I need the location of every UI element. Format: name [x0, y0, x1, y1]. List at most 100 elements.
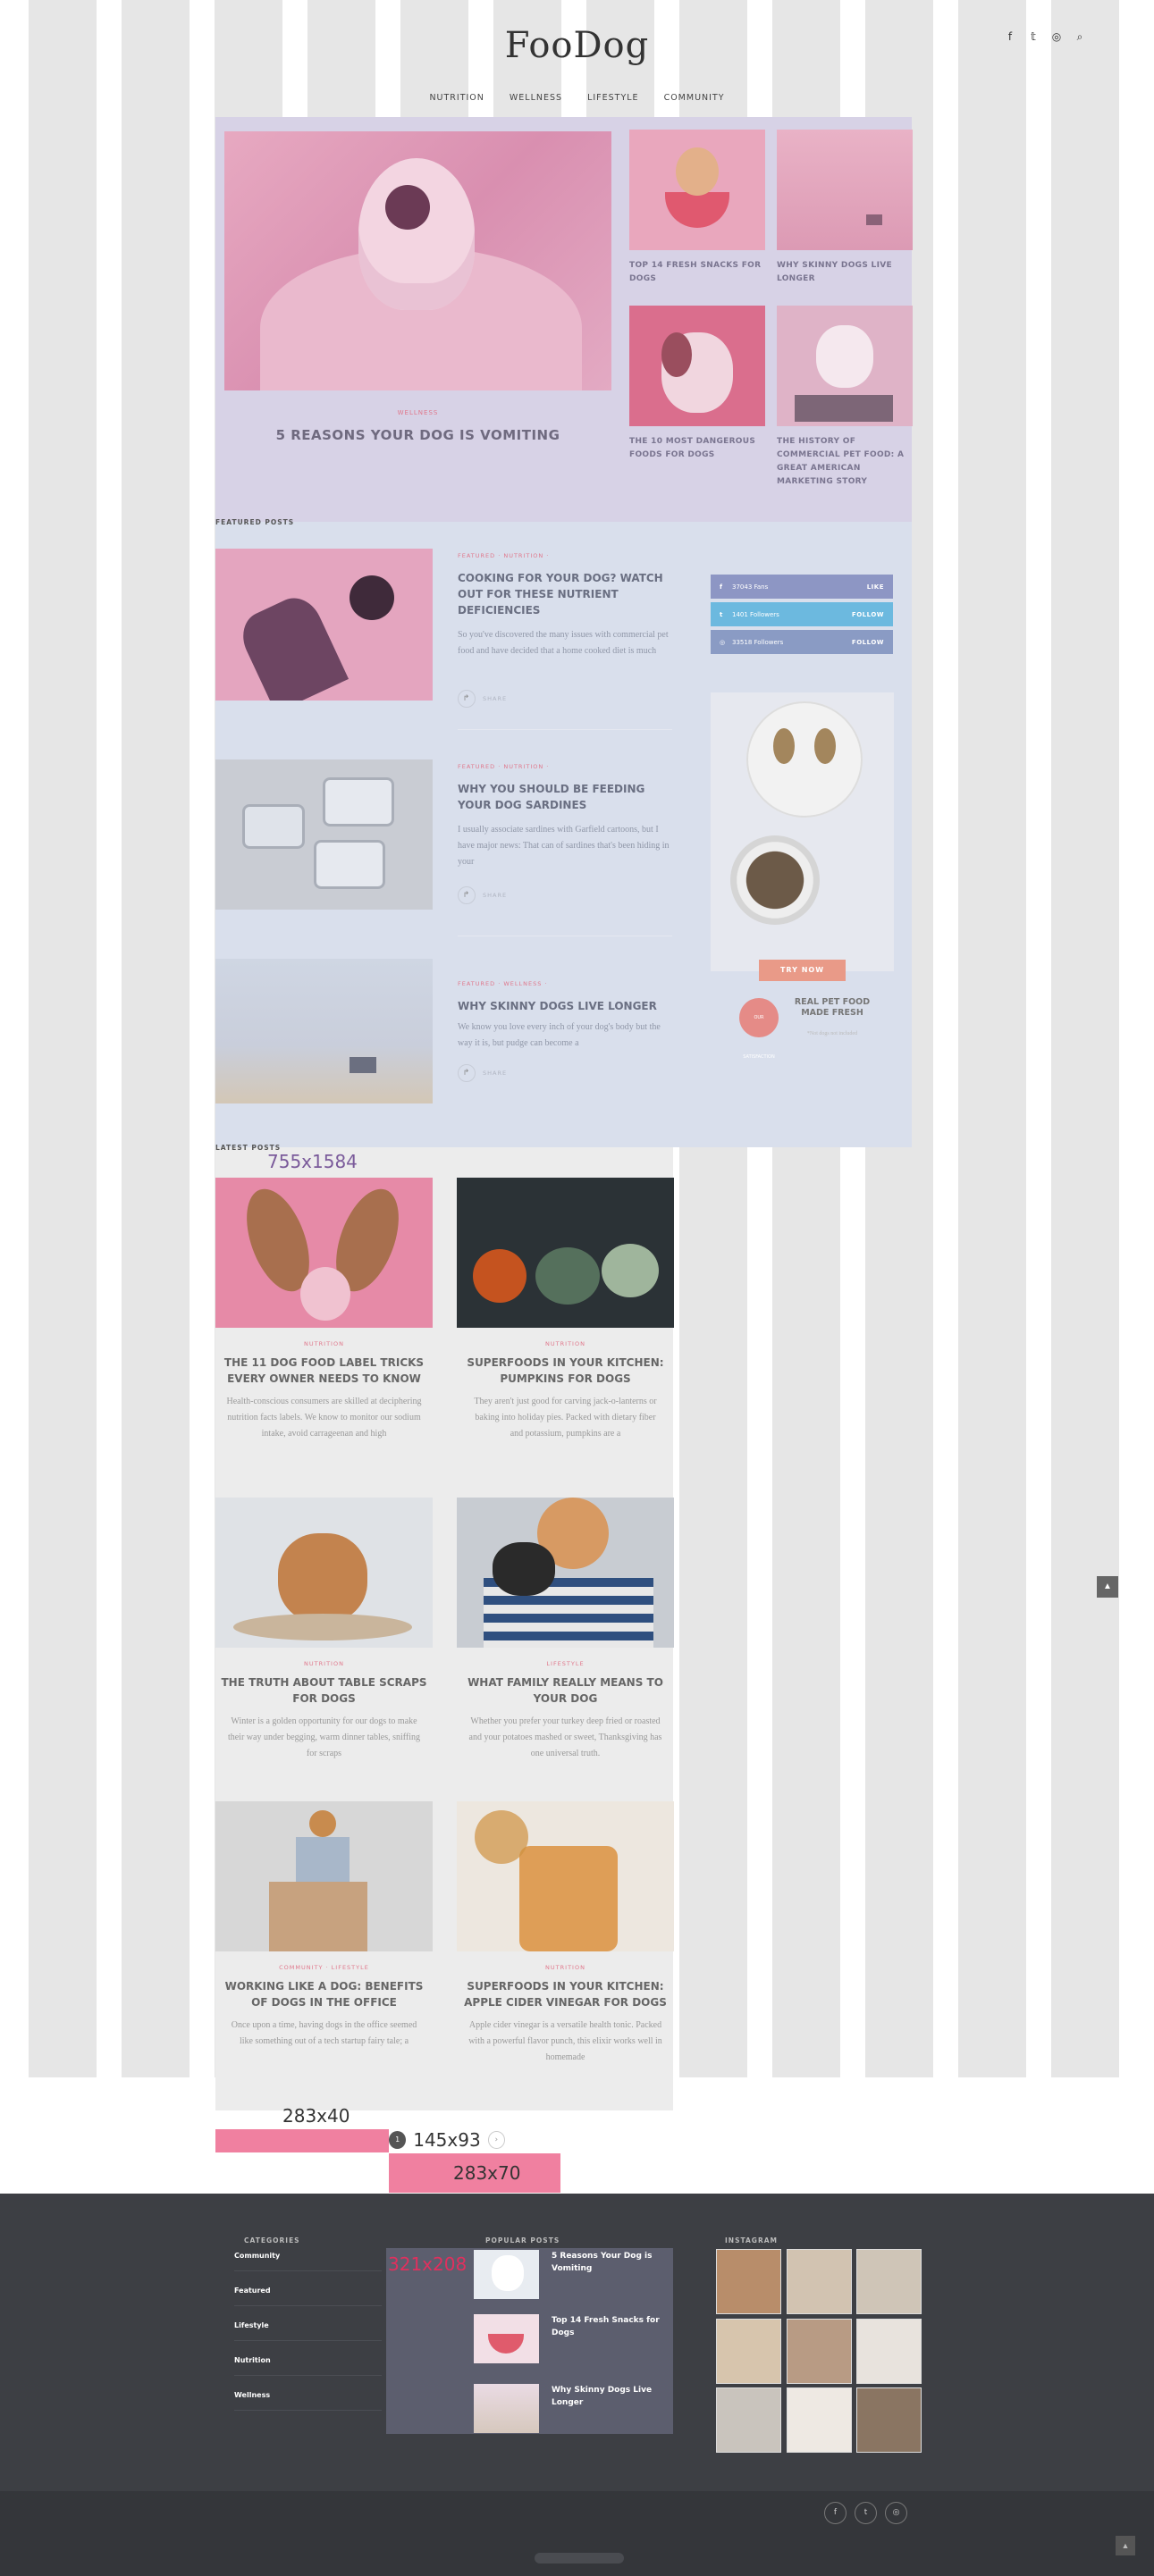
nav-item-wellness[interactable]: WELLNESS [510, 93, 562, 103]
ad-fine-print: *Not dogs not included [806, 1031, 858, 1036]
instagram-follow-button[interactable]: ◎ 33518 Followers FOLLOW [711, 630, 893, 654]
back-to-top-button[interactable]: ▲ [1097, 1576, 1118, 1598]
footer-back-to-top-icon[interactable]: ▲ [1116, 2536, 1135, 2555]
featured-post-title[interactable]: WHY SKINNY DOGS LIVE LONGER [458, 998, 672, 1014]
try-now-button[interactable]: TRY NOW [759, 960, 846, 981]
hero-card-title: TOP 14 FRESH SNACKS FOR DOGS [629, 261, 762, 283]
popular-post[interactable]: Why Skinny Dogs Live Longer [474, 2384, 677, 2433]
hero-main-image[interactable] [224, 131, 611, 390]
share-icon: ↱ [458, 886, 476, 904]
hero-card-title: WHY SKINNY DOGS LIVE LONGER [777, 261, 892, 283]
latest-post: LIFESTYLE WHAT FAMILY REALLY MEANS TO YO… [457, 1498, 674, 1762]
latest-post-excerpt: Once upon a time, having dogs in the off… [231, 2020, 417, 2046]
sidebar-ad[interactable] [711, 692, 894, 971]
site-logo[interactable]: FooDog [0, 25, 1154, 66]
instagram-followers-count: 33518 Followers [732, 638, 784, 646]
featured-post-title[interactable]: WHY YOU SHOULD BE FEEDING YOUR DOG SARDI… [458, 781, 672, 813]
featured-post-share[interactable]: ↱ SHARE [458, 1064, 507, 1082]
facebook-icon[interactable]: f [824, 2502, 847, 2524]
featured-post-share[interactable]: ↱ SHARE [458, 886, 507, 904]
nav-item-community[interactable]: COMMUNITY [664, 93, 725, 103]
latest-post-image[interactable] [457, 1498, 674, 1648]
footer-social: f t ◎ [824, 2502, 907, 2524]
instagram-icon[interactable]: ◎ [885, 2502, 907, 2524]
instagram-photo[interactable] [856, 2249, 922, 2314]
footer-category-wellness[interactable]: Wellness [234, 2391, 382, 2411]
footer-category-featured[interactable]: Featured [234, 2287, 382, 2306]
hero-card-skinny-dogs[interactable]: WHY SKINNY DOGS LIVE LONGER [777, 130, 920, 286]
popular-post-title: Why Skinny Dogs Live Longer [552, 2386, 653, 2407]
latest-post-image[interactable] [215, 1498, 433, 1648]
popular-post[interactable]: 5 Reasons Your Dog is Vomiting [474, 2250, 677, 2299]
ad-dog-image [746, 701, 863, 818]
footer-category-lifestyle[interactable]: Lifestyle [234, 2321, 382, 2341]
popular-post-title: 5 Reasons Your Dog is Vomiting [552, 2252, 653, 2273]
latest-post-title[interactable]: WHAT FAMILY REALLY MEANS TO YOUR DOG [457, 1674, 674, 1707]
hero-card-snacks[interactable]: TOP 14 FRESH SNACKS FOR DOGS [629, 130, 772, 286]
facebook-icon[interactable]: f [1004, 30, 1016, 44]
nav-item-lifestyle[interactable]: LIFESTYLE [587, 93, 639, 103]
instagram-photo[interactable] [787, 2319, 852, 2384]
instagram-icon: ◎ [720, 638, 726, 646]
facebook-fans-count: 37043 Fans [732, 583, 769, 591]
featured-post-share[interactable]: ↱ SHARE [458, 690, 507, 708]
latest-post-category[interactable]: NUTRITION [457, 1340, 674, 1347]
latest-post-image[interactable] [457, 1801, 674, 1951]
latest-post-category[interactable]: COMMUNITY · LIFESTYLE [215, 1964, 433, 1971]
search-icon[interactable]: ⌕ [1074, 30, 1086, 44]
latest-post-image[interactable] [215, 1801, 433, 1951]
nav-item-nutrition[interactable]: NUTRITION [429, 93, 484, 103]
instagram-photo[interactable] [716, 2387, 781, 2453]
latest-post: COMMUNITY · LIFESTYLE WORKING LIKE A DOG… [215, 1801, 433, 2050]
next-page-button[interactable]: › [487, 2131, 505, 2149]
latest-post-excerpt: They aren't just good for carving jack-o… [474, 1397, 657, 1439]
twitter-icon[interactable]: 𝕥 [1027, 30, 1040, 44]
latest-post-title[interactable]: THE 11 DOG FOOD LABEL TRICKS EVERY OWNER… [215, 1355, 433, 1387]
instagram-photo[interactable] [716, 2249, 781, 2314]
featured-post-image[interactable] [215, 759, 433, 910]
instagram-photo[interactable] [856, 2387, 922, 2453]
latest-post-category[interactable]: NUTRITION [457, 1964, 674, 1971]
twitter-icon[interactable]: t [855, 2502, 877, 2524]
latest-post-excerpt: Whether you prefer your turkey deep frie… [468, 1716, 662, 1758]
facebook-like-button[interactable]: f 37043 Fans LIKE [711, 575, 893, 599]
featured-post-meta[interactable]: FEATURED · WELLNESS · [458, 980, 547, 987]
featured-post-image[interactable] [215, 549, 433, 701]
featured-post-meta[interactable]: FEATURED · NUTRITION · [458, 763, 549, 770]
featured-post-title[interactable]: COOKING FOR YOUR DOG? WATCH OUT FOR THES… [458, 570, 672, 618]
share-label: SHARE [483, 1070, 508, 1077]
like-label: LIKE [866, 583, 884, 591]
latest-post-excerpt: Apple cider vinegar is a versatile healt… [468, 2020, 662, 2062]
hero-card-history[interactable]: THE HISTORY OF COMMERCIAL PET FOOD: A GR… [777, 306, 920, 489]
page-number-current[interactable]: 1 [389, 2131, 407, 2149]
popular-post[interactable]: Top 14 Fresh Snacks for Dogs [474, 2314, 677, 2363]
latest-post-title[interactable]: WORKING LIKE A DOG: BENEFITS OF DOGS IN … [215, 1978, 433, 2010]
hero-card-dangerous-foods[interactable]: THE 10 MOST DANGEROUS FOODS FOR DOGS [629, 306, 772, 462]
twitter-follow-button[interactable]: t 1401 Followers FOLLOW [711, 602, 893, 626]
divider [458, 729, 672, 730]
latest-post-category[interactable]: LIFESTYLE [457, 1660, 674, 1667]
hero-card-image [777, 306, 913, 426]
featured-post-meta[interactable]: FEATURED · NUTRITION · [458, 552, 549, 559]
footer-category-community[interactable]: Community [234, 2252, 382, 2271]
hero-card-title: THE HISTORY OF COMMERCIAL PET FOOD: A GR… [777, 437, 905, 486]
latest-post-image[interactable] [457, 1178, 674, 1328]
latest-post-category[interactable]: NUTRITION [215, 1340, 433, 1347]
hero-card-title: THE 10 MOST DANGEROUS FOODS FOR DOGS [629, 437, 756, 459]
latest-post-image[interactable] [215, 1178, 433, 1328]
instagram-photo[interactable] [787, 2387, 852, 2453]
latest-post-excerpt: Health-conscious consumers are skilled a… [226, 1397, 422, 1439]
instagram-icon[interactable]: ◎ [1050, 30, 1063, 44]
latest-post: NUTRITION THE TRUTH ABOUT TABLE SCRAPS F… [215, 1498, 433, 1762]
latest-post-title[interactable]: SUPERFOODS IN YOUR KITCHEN: PUMPKINS FOR… [457, 1355, 674, 1387]
hero-category[interactable]: WELLNESS [224, 409, 611, 416]
hero-title[interactable]: 5 REASONS YOUR DOG IS VOMITING [224, 427, 611, 443]
latest-post-title[interactable]: SUPERFOODS IN YOUR KITCHEN: APPLE CIDER … [457, 1978, 674, 2010]
featured-post-image[interactable] [215, 959, 433, 1103]
instagram-photo[interactable] [787, 2249, 852, 2314]
latest-post-title[interactable]: THE TRUTH ABOUT TABLE SCRAPS FOR DOGS [215, 1674, 433, 1707]
instagram-photo[interactable] [856, 2319, 922, 2384]
footer-category-nutrition[interactable]: Nutrition [234, 2356, 382, 2376]
instagram-photo[interactable] [716, 2319, 781, 2384]
latest-post-category[interactable]: NUTRITION [215, 1660, 433, 1667]
